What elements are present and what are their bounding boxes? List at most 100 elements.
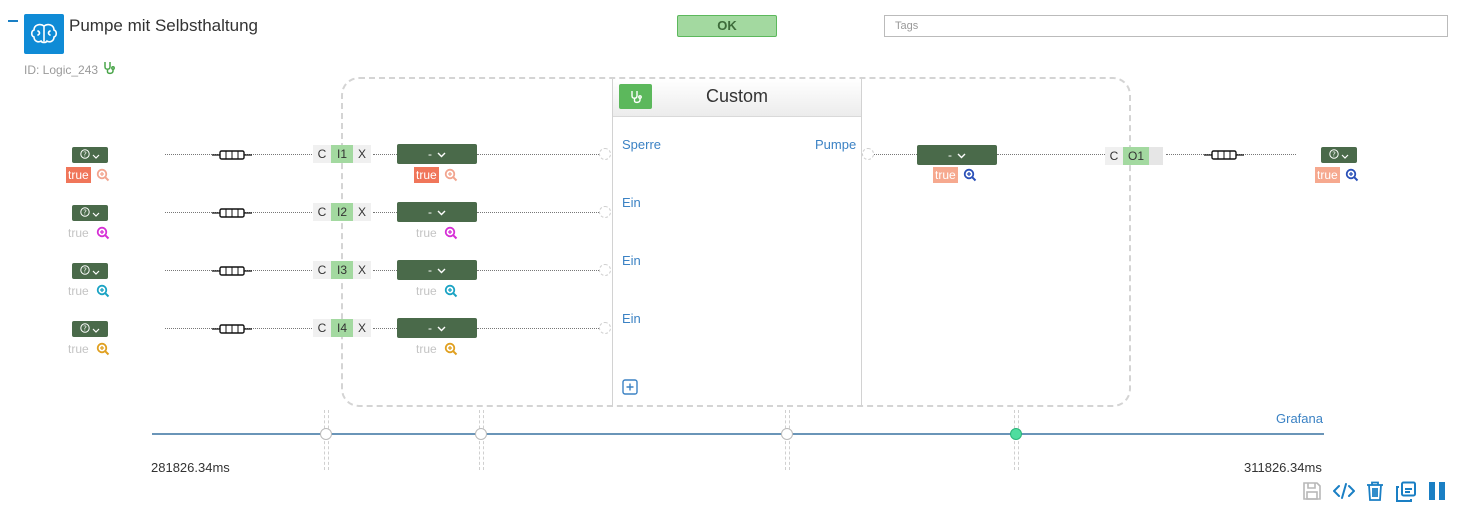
value-text: true	[416, 342, 437, 356]
wire	[477, 212, 601, 213]
input-pin[interactable]: C I1 X	[313, 145, 371, 163]
select-value: -	[428, 321, 432, 335]
zoom-icon[interactable]	[1345, 168, 1359, 182]
timeline-end: 311826.34ms	[1244, 460, 1322, 475]
pin-c: C	[1109, 149, 1119, 163]
pin-name: I4	[331, 319, 353, 337]
input-select[interactable]: -	[397, 144, 477, 164]
zoom-icon[interactable]	[444, 284, 458, 298]
pause-icon[interactable]	[1428, 481, 1450, 503]
source-value: true	[66, 225, 110, 241]
pin-x[interactable]: X	[353, 321, 371, 335]
save-icon[interactable]	[1302, 481, 1324, 503]
input-select[interactable]: -	[397, 202, 477, 222]
fuse-icon	[212, 322, 252, 340]
pin-c: C	[317, 263, 327, 277]
trash-icon[interactable]	[1366, 481, 1388, 503]
source-pill[interactable]: ?	[72, 321, 108, 337]
select-value: -	[428, 205, 432, 219]
zoom-icon[interactable]	[96, 342, 110, 356]
zoom-icon[interactable]	[444, 226, 458, 240]
svg-text:?: ?	[83, 151, 87, 159]
connector[interactable]	[599, 148, 611, 160]
output-value: true	[933, 167, 977, 183]
timeline-point[interactable]	[781, 428, 793, 440]
block-input-port[interactable]: Sperre	[622, 137, 661, 152]
input-pin[interactable]: C I4 X	[313, 319, 371, 337]
input-pin[interactable]: C I3 X	[313, 261, 371, 279]
value-text: true	[68, 284, 89, 298]
chevron-down-icon	[92, 204, 100, 222]
wire	[373, 328, 397, 329]
timeline-marker	[479, 410, 484, 470]
connector[interactable]	[599, 206, 611, 218]
chevron-down-icon	[92, 262, 100, 280]
help-icon: ?	[80, 262, 90, 280]
source-pill[interactable]: ?	[72, 147, 108, 163]
input-select[interactable]: -	[397, 318, 477, 338]
output-select[interactable]: -	[917, 145, 997, 165]
help-icon: ?	[80, 146, 90, 164]
zoom-icon[interactable]	[96, 226, 110, 240]
fuse-icon	[212, 264, 252, 282]
value-text: true	[68, 226, 89, 240]
help-icon: ?	[1329, 146, 1339, 164]
connector[interactable]	[599, 264, 611, 276]
value-text: true	[933, 167, 958, 183]
value-text: true	[416, 226, 437, 240]
pin-c: C	[317, 147, 327, 161]
zoom-icon[interactable]	[963, 168, 977, 182]
plus-box-icon[interactable]	[622, 379, 638, 400]
zoom-icon[interactable]	[444, 168, 458, 182]
timeline-marker	[1014, 410, 1019, 470]
output-pin[interactable]: C O1	[1105, 147, 1163, 165]
timeline-marker	[324, 410, 329, 470]
source-pill[interactable]: ?	[72, 205, 108, 221]
svg-text:?: ?	[83, 209, 87, 217]
source-value: true	[66, 341, 110, 357]
timeline-point[interactable]	[475, 428, 487, 440]
pin-x[interactable]: X	[353, 263, 371, 277]
pin-x[interactable]: X	[353, 205, 371, 219]
select-value: -	[428, 147, 432, 161]
divider	[612, 79, 613, 407]
chevron-down-icon	[437, 263, 446, 277]
zoom-icon[interactable]	[96, 284, 110, 298]
timeline-start: 281826.34ms	[151, 460, 230, 475]
source-pill[interactable]: ?	[72, 263, 108, 279]
grafana-link[interactable]: Grafana	[1276, 411, 1323, 426]
zoom-icon[interactable]	[96, 168, 110, 182]
collapse-button[interactable]	[8, 20, 18, 22]
stethoscope-icon[interactable]	[102, 61, 116, 78]
zoom-icon[interactable]	[444, 342, 458, 356]
block-title: Custom	[705, 86, 768, 106]
timeline-point-active[interactable]	[1010, 428, 1022, 440]
pin-x[interactable]: X	[353, 147, 371, 161]
value-text: true	[1315, 167, 1340, 183]
fuse-icon	[1204, 148, 1244, 166]
chevron-down-icon	[957, 148, 966, 162]
block-input-port[interactable]: Ein	[622, 195, 641, 210]
sink-value: true	[1315, 167, 1359, 183]
status-button[interactable]: OK	[677, 15, 777, 37]
chevron-down-icon	[437, 147, 446, 161]
block-input-port[interactable]: Ein	[622, 253, 641, 268]
pin-name: I3	[331, 261, 353, 279]
block-output-port[interactable]: Pumpe	[815, 137, 856, 152]
connector[interactable]	[599, 322, 611, 334]
tags-input[interactable]	[884, 15, 1448, 37]
input-pin[interactable]: C I2 X	[313, 203, 371, 221]
wire	[373, 270, 397, 271]
input-select[interactable]: -	[397, 260, 477, 280]
copy-icon[interactable]	[1395, 481, 1417, 503]
chevron-down-icon	[1341, 146, 1349, 164]
sink-pill[interactable]: ?	[1321, 147, 1357, 163]
timeline-point[interactable]	[320, 428, 332, 440]
input-value: true	[414, 167, 458, 183]
divider	[861, 79, 862, 407]
connector[interactable]	[862, 148, 874, 160]
wire	[373, 154, 397, 155]
code-icon[interactable]	[1332, 481, 1356, 503]
block-input-port[interactable]: Ein	[622, 311, 641, 326]
input-value: true	[414, 283, 458, 299]
